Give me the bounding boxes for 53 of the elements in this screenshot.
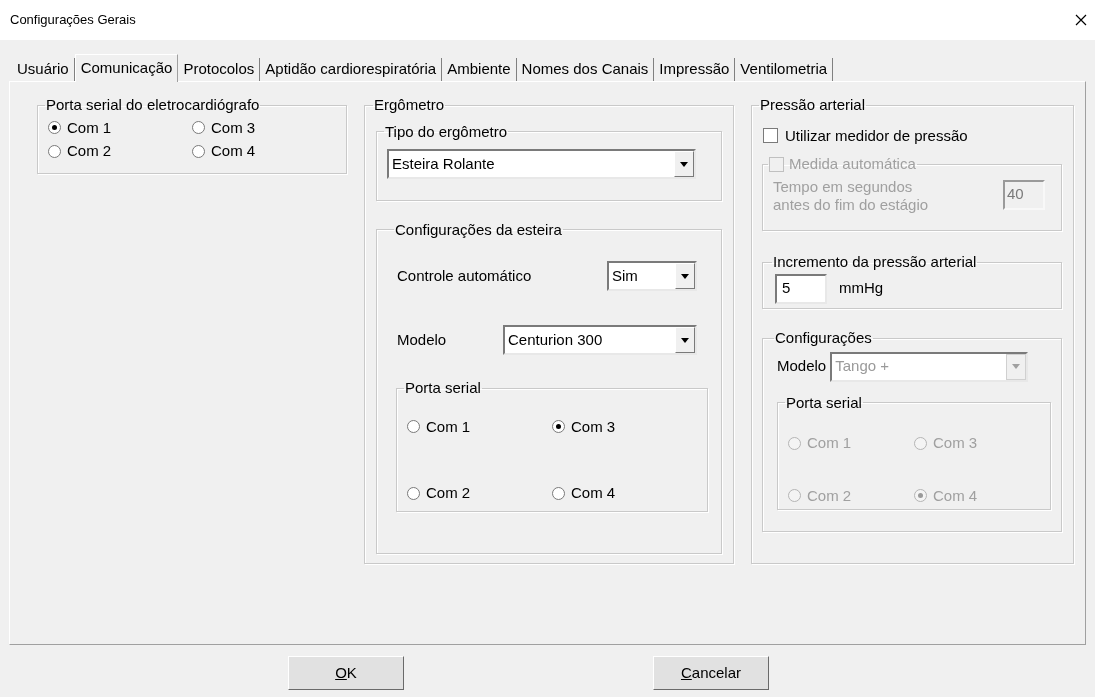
group-title: Incremento da pressão arterial [772, 252, 978, 272]
radio-indicator[interactable] [552, 420, 565, 434]
dropdown[interactable]: Esteira Rolante [387, 149, 696, 179]
radio-indicator[interactable] [552, 486, 565, 500]
radio-indicator[interactable] [48, 121, 61, 135]
tab[interactable]: Protocolos [178, 58, 261, 81]
radio-indicator[interactable] [48, 144, 61, 158]
radio-button[interactable]: Com 3 [552, 415, 697, 438]
tab[interactable]: Ventilometria [735, 58, 834, 81]
radio-button[interactable]: Com 4 [552, 482, 697, 505]
group-title: Porta serial do eletrocardiógrafo [45, 95, 261, 115]
radio-button[interactable]: Com 4 [192, 140, 336, 163]
radio-indicator[interactable] [192, 144, 205, 158]
radio-indicator[interactable] [192, 121, 205, 135]
radio-button[interactable]: Com 2 [407, 482, 552, 505]
checkbox-label: Medida automática [789, 154, 916, 174]
field-label: Tempo em segundos antes do fim do estágio [773, 177, 930, 214]
caret-icon [1012, 364, 1021, 369]
group-title: Porta serial [785, 392, 863, 413]
group-title: Ergômetro [373, 95, 446, 115]
radio-button[interactable]: Com 2 [48, 140, 192, 163]
tab[interactable]: Aptidão cardiorespiratória [260, 58, 443, 81]
radio-button[interactable]: Com 1 [407, 415, 552, 438]
field-label: Modelo [397, 329, 448, 350]
caret-icon [681, 273, 689, 279]
unit-label: mmHg [839, 278, 884, 299]
tab[interactable]: Comunicação [74, 54, 179, 82]
close-icon[interactable] [1075, 14, 1087, 26]
field-label: Modelo [777, 356, 827, 377]
checkbox[interactable] [763, 128, 778, 144]
group-title: Tipo do ergômetro [384, 121, 508, 142]
window-title: Configurações Gerais [10, 11, 136, 30]
group-title: Pressão arterial [759, 95, 867, 115]
dialog-button[interactable]: Cancelar [653, 656, 769, 690]
group-title: Porta serial [404, 378, 482, 398]
dropdown[interactable]: Centurion 300 [503, 325, 697, 355]
tab[interactable]: Usuário [12, 58, 75, 81]
caret-icon [681, 337, 689, 343]
group-title: Configurações [774, 328, 873, 348]
radio-indicator[interactable] [407, 420, 420, 434]
radio-button[interactable]: Com 3 [192, 116, 336, 139]
dropdown[interactable]: Sim [607, 261, 697, 291]
tab[interactable]: Ambiente [442, 58, 517, 81]
dialog-button[interactable]: OK [288, 656, 404, 690]
field-label: Controle automático [397, 265, 533, 286]
radio-indicator[interactable] [407, 486, 420, 500]
tab[interactable]: Impressão [654, 58, 736, 81]
radio-button[interactable]: Com 1 [48, 116, 192, 139]
group-title: Configurações da esteira [394, 219, 563, 240]
caret-icon [680, 161, 688, 167]
checkbox-label: Utilizar medidor de pressão [785, 125, 968, 146]
input-field[interactable]: 5 [775, 273, 827, 304]
tab[interactable]: Nomes dos Canais [516, 58, 655, 81]
